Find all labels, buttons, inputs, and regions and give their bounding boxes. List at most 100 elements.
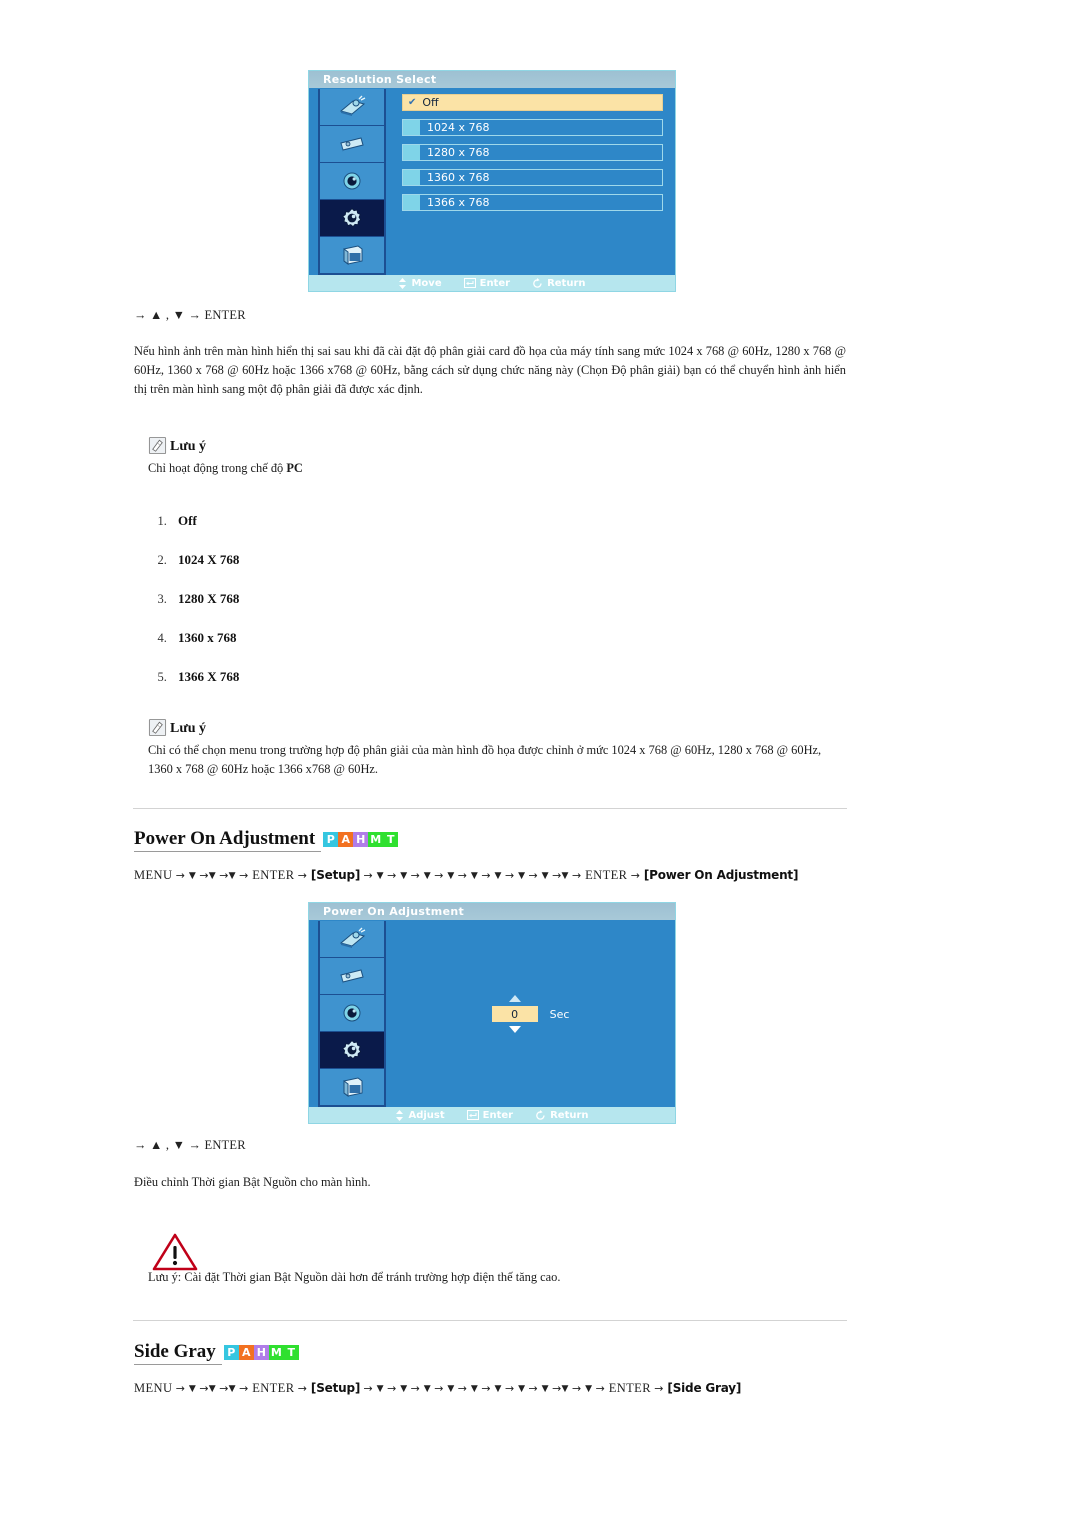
- badge-a: A: [238, 1344, 254, 1360]
- nav-arrow: →: [199, 869, 209, 882]
- footer-return: Return: [535, 1109, 589, 1121]
- down-arrow-icon: ▼: [585, 1384, 593, 1394]
- nav-arrow: →: [434, 1382, 448, 1395]
- down-arrow-icon: ▼: [376, 871, 384, 881]
- nav-arrow: →: [528, 1382, 542, 1395]
- nav-arrow: →: [434, 869, 448, 882]
- rail-item-picture-icon[interactable]: [320, 921, 384, 958]
- updown-arrows-icon: [395, 1109, 404, 1121]
- setup-display-icon: [343, 1004, 361, 1022]
- nav-arrow: →: [175, 1382, 189, 1395]
- rail-item-gear-setup-icon[interactable]: [320, 200, 384, 237]
- down-arrow-icon: ▼: [228, 871, 236, 881]
- nav-arrow: →: [571, 869, 586, 882]
- warning-triangle-icon: [152, 1232, 198, 1272]
- badge-p: P: [323, 831, 339, 847]
- mode-badges-side-gray: P A H M T: [223, 1344, 299, 1360]
- paragraph-resolution-description: Nếu hình ảnh trên màn hình hiển thị sai …: [134, 342, 846, 399]
- nav-enter-line-2: → ▲ , ▼ → ENTER: [134, 1138, 246, 1153]
- down-arrow-icon: ▼: [518, 871, 526, 881]
- sound-icon: [340, 137, 364, 152]
- option-swatch: [403, 170, 420, 185]
- nav-arrow: →: [528, 869, 542, 882]
- list-item-label: 1024 X 768: [178, 552, 240, 567]
- footer-move: Move: [398, 277, 442, 289]
- down-arrow-icon: ▼: [376, 1384, 384, 1394]
- page-title-side-gray: Side Gray P A H M T: [134, 1341, 299, 1365]
- badge-m: M: [368, 831, 384, 847]
- warning-text: Lưu ý: Cài đặt Thời gian Bật Nguồn dài h…: [148, 1268, 848, 1287]
- footer-label: Move: [411, 277, 442, 289]
- down-arrow-icon: ▼: [188, 871, 196, 881]
- nav-arrow: →: [595, 1382, 609, 1395]
- nav-arrow: →: [219, 1382, 229, 1395]
- list-item: 1024 X 768: [170, 552, 239, 568]
- document-page: Resolution Select ✔ Off 1024 x 768 1280 …: [0, 0, 1080, 1527]
- warning-text-content: Lưu ý: Cài đặt Thời gian Bật Nguồn dài h…: [148, 1270, 561, 1284]
- nav-osd-tag-target: [Side Gray]: [667, 1381, 742, 1395]
- page-title-power-on: Power On Adjustment P A H M T: [134, 828, 399, 852]
- nav-arrow: →: [504, 1382, 519, 1395]
- footer-adjust: Adjust: [395, 1109, 445, 1121]
- badge-h: H: [353, 831, 369, 847]
- option-row-1366[interactable]: 1366 x 768: [402, 194, 663, 211]
- rail-item-setup-display-icon[interactable]: [320, 163, 384, 200]
- picture-icon: [339, 95, 366, 116]
- down-arrow-icon: ▼: [561, 1384, 569, 1394]
- list-item: 1366 X 768: [170, 669, 239, 685]
- rail-item-setup-display-icon[interactable]: [320, 995, 384, 1032]
- enter-key-icon: [463, 278, 476, 288]
- increment-arrow-icon[interactable]: [508, 995, 521, 1002]
- rail-item-sound-icon[interactable]: [320, 126, 384, 163]
- sound-icon: [340, 969, 364, 984]
- list-item: 1360 x 768: [170, 630, 239, 646]
- rail-item-sound-icon[interactable]: [320, 958, 384, 995]
- footer-label: Adjust: [408, 1109, 445, 1121]
- osd-resolution-select: Resolution Select ✔ Off 1024 x 768 1280 …: [308, 70, 676, 292]
- option-row-1024[interactable]: 1024 x 768: [402, 119, 663, 136]
- return-arrow-icon: [532, 277, 543, 289]
- down-arrow-icon: ▼: [447, 871, 455, 881]
- footer-enter: Enter: [463, 278, 510, 289]
- badge-m: M: [268, 1344, 284, 1360]
- option-label: 1024 x 768: [427, 121, 490, 134]
- osd-footer-resolution: Move Enter Return: [309, 275, 675, 291]
- option-swatch: [403, 120, 420, 135]
- decrement-arrow-icon[interactable]: [508, 1026, 521, 1033]
- rail-item-multi-control-icon[interactable]: [320, 237, 384, 273]
- resolution-options-list: Off 1024 X 768 1280 X 768 1360 x 768 136…: [140, 513, 239, 708]
- section-title-text: Side Gray: [134, 1341, 222, 1365]
- down-arrow-icon: ▼: [541, 871, 549, 881]
- option-row-1280[interactable]: 1280 x 768: [402, 144, 663, 161]
- down-arrow-icon: ▼: [518, 1384, 526, 1394]
- checkmark-icon: ✔: [408, 97, 417, 108]
- nav-arrow: →: [410, 1382, 424, 1395]
- nav-enter-label: ENTER: [608, 1381, 651, 1395]
- down-arrow-icon: ▼: [208, 1384, 216, 1394]
- option-label: 1366 x 768: [427, 196, 490, 209]
- option-row-1360[interactable]: 1360 x 768: [402, 169, 663, 186]
- note-header-2: Lưu ý: [148, 718, 206, 737]
- paragraph-text: Điều chỉnh Thời gian Bật Nguồn cho màn h…: [134, 1175, 371, 1189]
- footer-label: Enter: [482, 1109, 514, 1121]
- down-arrow-icon: ▼: [541, 1384, 549, 1394]
- rail-item-multi-control-icon[interactable]: [320, 1069, 384, 1105]
- nav-arrow: →: [410, 869, 424, 882]
- note-pencil-icon: [148, 718, 167, 737]
- updown-arrows-icon: [398, 277, 407, 289]
- footer-enter: Enter: [466, 1109, 514, 1121]
- enter-key-icon: [466, 1110, 479, 1120]
- paragraph-power-on-description: Điều chỉnh Thời gian Bật Nguồn cho màn h…: [134, 1173, 846, 1192]
- osd-power-on-adjustment: Power On Adjustment 0 Sec Adjust Enter R…: [308, 902, 676, 1124]
- list-item-label: 1280 X 768: [178, 591, 240, 606]
- badge-a: A: [338, 831, 354, 847]
- nav-arrow: →: [504, 869, 519, 882]
- option-row-off[interactable]: ✔ Off: [402, 94, 663, 111]
- power-on-value[interactable]: 0: [491, 1006, 538, 1022]
- nav-arrow: →: [552, 869, 562, 882]
- list-item: 1280 X 768: [170, 591, 239, 607]
- gear-setup-icon: [342, 207, 362, 228]
- nav-arrow: →: [630, 869, 644, 882]
- rail-item-gear-setup-icon[interactable]: [320, 1032, 384, 1069]
- rail-item-picture-icon[interactable]: [320, 89, 384, 126]
